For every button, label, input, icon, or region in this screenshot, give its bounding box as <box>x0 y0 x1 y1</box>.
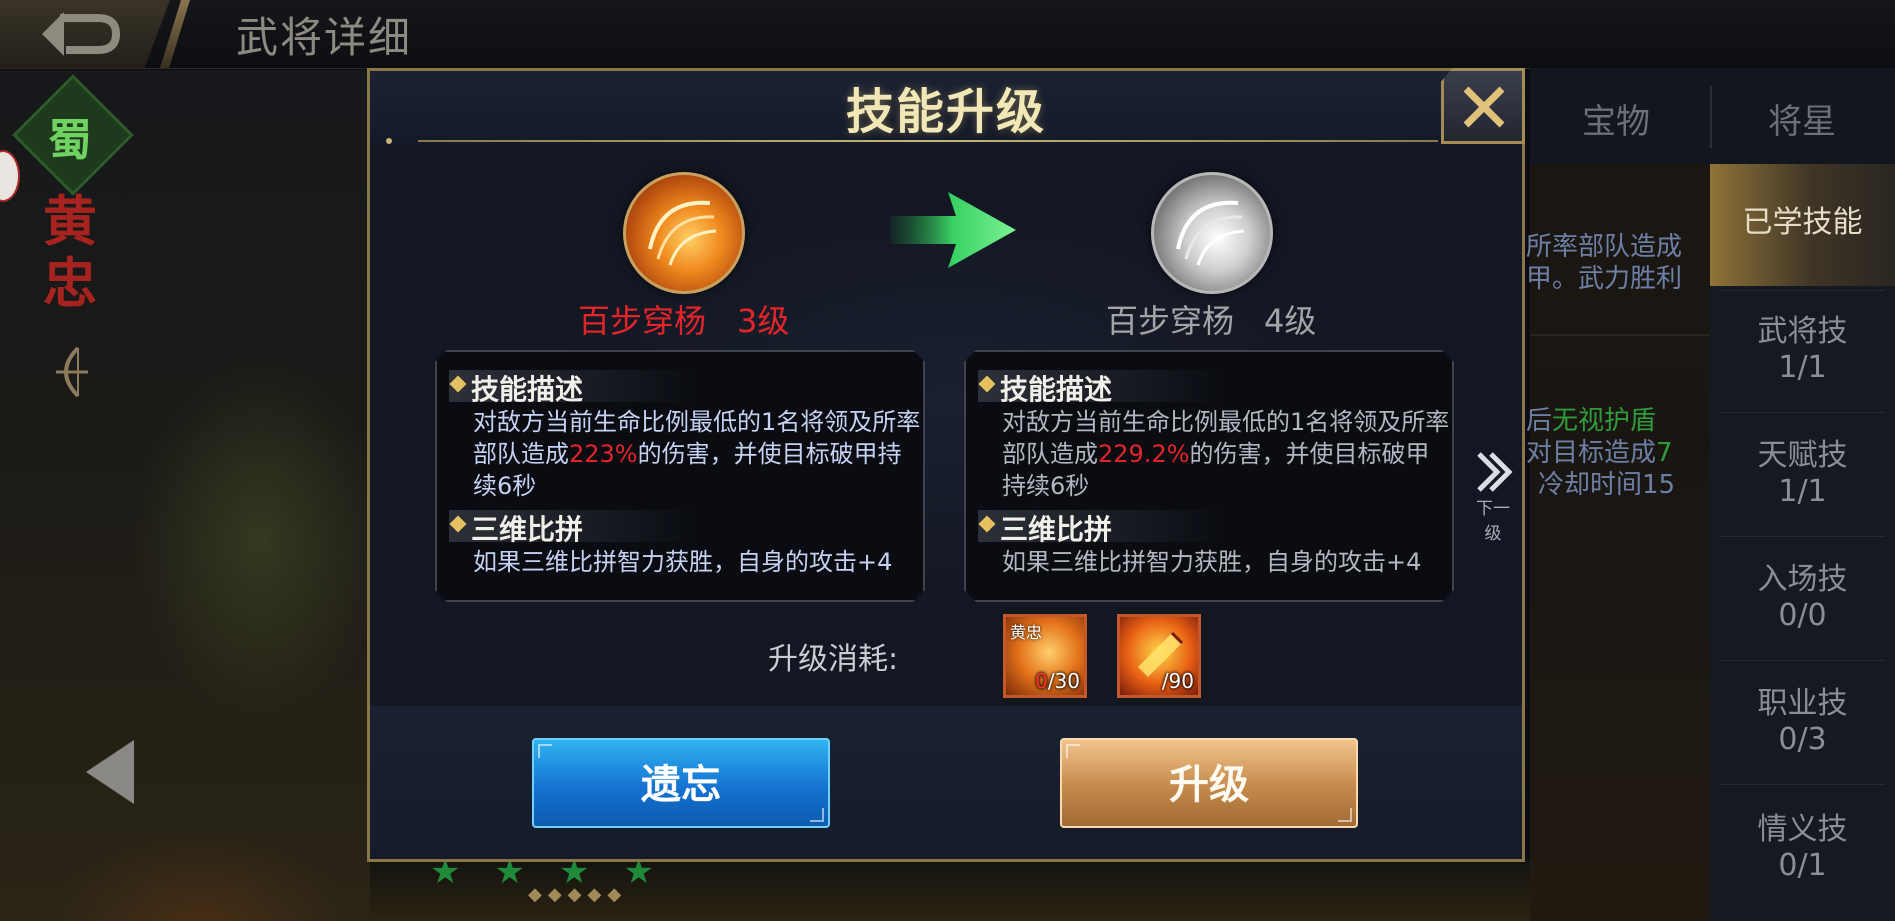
skill-detail-line: 冷却时间15 <box>1538 470 1676 500</box>
menu-entry-skill[interactable]: 入场技 0/0 <box>1710 562 1895 634</box>
corner-ornament <box>810 808 824 822</box>
cost-item-hero-shard[interactable]: 黄忠 0/30 <box>1003 614 1087 698</box>
compare-effect-text: 如果三维比拼智力获胜，自身的攻击+4 <box>1002 548 1422 576</box>
damage-value: 223% <box>569 440 638 468</box>
current-skill-name: 百步穿杨 <box>578 302 707 340</box>
current-skill-description[interactable]: 技能描述 对敌方当前生命比例最低的1名将领及所率部队造成223%的伤害，并使目标… <box>435 350 925 602</box>
forget-button[interactable]: 遗忘 <box>532 738 830 828</box>
swirl-icon <box>648 200 717 266</box>
diamond-icon <box>979 516 996 533</box>
compare-effect-text: 如果三维比拼智力获胜，自身的攻击+4 <box>473 548 893 576</box>
diamond-icon <box>450 376 467 393</box>
item-have: 0 <box>1035 669 1048 693</box>
close-icon <box>1463 86 1505 128</box>
menu-count: 0/1 <box>1778 848 1827 883</box>
tab-treasure[interactable]: 宝物 <box>1582 94 1650 143</box>
prev-hero-arrow-icon[interactable] <box>86 740 134 804</box>
section-title: 三维比拼 <box>1000 513 1113 546</box>
back-button[interactable] <box>0 0 170 68</box>
menu-count: 1/1 <box>1778 350 1827 385</box>
back-arrow-icon <box>42 12 120 56</box>
current-skill-icon <box>623 172 745 294</box>
page-dots: ◆◆◆◆◆ <box>528 884 628 905</box>
skill-effect-text: 对敌方当前生命比例最低的1名将领及所率部队造成223%的伤害，并使目标破甲持续6… <box>473 406 923 502</box>
divider <box>1720 784 1885 785</box>
close-button[interactable] <box>1441 68 1525 144</box>
section-title: 技能描述 <box>1000 373 1113 406</box>
next-skill-name: 百步穿杨 <box>1106 302 1235 340</box>
menu-talent-skill[interactable]: 天赋技 1/1 <box>1710 438 1895 510</box>
item-need: /30 <box>1047 669 1080 693</box>
faction-label: 蜀 <box>48 115 92 166</box>
section-header: 技能描述 <box>978 370 1228 402</box>
tab-general-star[interactable]: 将星 <box>1768 94 1836 143</box>
menu-label: 天赋技 <box>1757 438 1848 473</box>
divider <box>1720 290 1885 291</box>
menu-label: 入场技 <box>1757 562 1848 597</box>
upgrade-arrow-icon <box>890 192 1016 268</box>
menu-bond-skill[interactable]: 情义技 0/1 <box>1710 812 1895 884</box>
divider <box>1720 412 1885 413</box>
forget-button-label: 遗忘 <box>641 762 721 808</box>
title-ornament <box>386 138 392 144</box>
damage-value: 229.2% <box>1098 440 1190 468</box>
menu-label: 武将技 <box>1757 314 1848 349</box>
skill-detail-line: 甲。武力胜利 <box>1526 264 1683 294</box>
next-level-label: 下一级 <box>1476 499 1510 544</box>
double-chevron-right-icon <box>1477 452 1513 492</box>
divider <box>1530 334 1710 336</box>
hero-name-char-2: 忠 <box>43 251 97 315</box>
menu-count: 0/0 <box>1778 598 1827 633</box>
menu-general-skill[interactable]: 武将技 1/1 <box>1710 314 1895 386</box>
diamond-icon <box>450 516 467 533</box>
upgrade-cost-label: 升级消耗: <box>768 642 899 677</box>
hero-name-char-1: 黄 <box>43 189 97 253</box>
dialog-title: 技能升级 <box>845 84 1046 140</box>
title-underline <box>418 140 1438 142</box>
menu-count: 1/1 <box>1778 474 1827 509</box>
cost-item-skill-book[interactable]: /90 <box>1117 614 1201 698</box>
item-tag: 黄忠 <box>1010 623 1043 642</box>
diamond-icon <box>979 376 996 393</box>
skill-effect-text: 对敌方当前生命比例最低的1名将领及所率部队造成229.2%的伤害，并使目标破甲持… <box>1002 406 1452 502</box>
item-count: 0/30 <box>1035 669 1080 693</box>
section-title: 三维比拼 <box>471 513 584 546</box>
divider <box>1720 536 1885 537</box>
menu-label: 职业技 <box>1757 686 1848 721</box>
tab-divider <box>1710 86 1712 148</box>
section-header: 技能描述 <box>449 370 699 402</box>
upgrade-button-label: 升级 <box>1169 762 1249 808</box>
divider <box>1720 660 1885 661</box>
swirl-icon <box>1176 200 1245 266</box>
menu-label: 情义技 <box>1757 812 1848 847</box>
section-title: 技能描述 <box>471 373 584 406</box>
menu-class-skill[interactable]: 职业技 0/3 <box>1710 686 1895 758</box>
corner-ornament <box>538 744 552 758</box>
item-count: /90 <box>1162 669 1194 693</box>
next-skill-level: 4级 <box>1264 302 1317 340</box>
section-header: 三维比拼 <box>978 510 1228 542</box>
hero-name: 黄 忠 <box>38 190 102 314</box>
item-need: /90 <box>1161 669 1194 693</box>
current-skill-level: 3级 <box>737 302 790 340</box>
menu-count: 0/3 <box>1778 722 1827 757</box>
corner-ornament <box>1066 744 1080 758</box>
menu-learned-skills[interactable]: 已学技能 <box>1710 205 1895 241</box>
bow-icon <box>56 346 88 398</box>
corner-ornament <box>1338 808 1352 822</box>
next-skill-description[interactable]: 技能描述 对敌方当前生命比例最低的1名将领及所率部队造成229.2%的伤害，并使… <box>964 350 1454 602</box>
upgrade-button[interactable]: 升级 <box>1060 738 1358 828</box>
section-header: 三维比拼 <box>449 510 699 542</box>
next-skill-icon <box>1151 172 1273 294</box>
next-level-button[interactable]: 下一级 <box>1468 450 1518 544</box>
page-title: 武将详细 <box>236 13 413 62</box>
